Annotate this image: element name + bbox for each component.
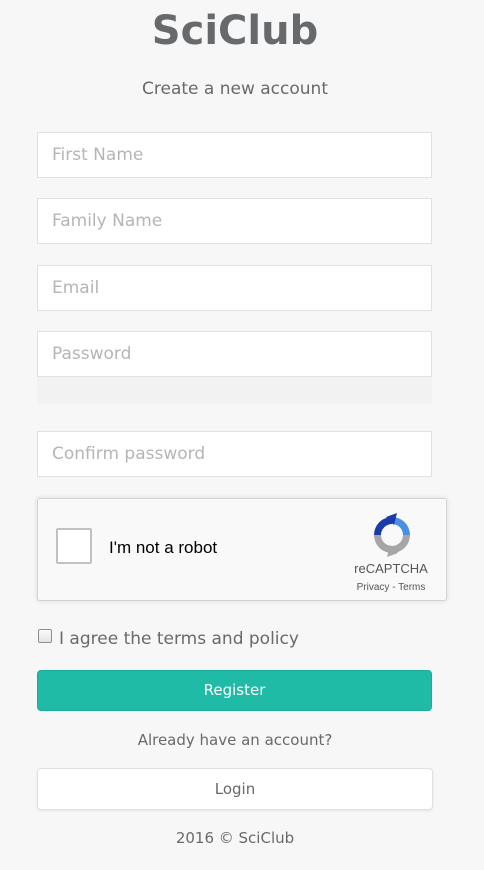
agree-terms-checkbox[interactable]	[38, 629, 52, 643]
recaptcha-terms-link[interactable]: Terms	[398, 582, 425, 593]
agree-terms-row: I agree the terms and policy	[37, 628, 457, 652]
recaptcha-links: Privacy - Terms	[338, 582, 444, 593]
agree-terms-label: I agree the terms and policy	[59, 629, 299, 649]
brand-title: SciClub	[151, 8, 319, 54]
recaptcha-label: I'm not a robot	[109, 538, 218, 557]
confirm-password-input[interactable]	[37, 431, 432, 477]
password-input[interactable]	[37, 331, 432, 377]
recaptcha-widget: I'm not a robot reCAPTCHA Privacy - Term…	[37, 498, 447, 601]
recaptcha-privacy-link[interactable]: Privacy	[357, 582, 390, 593]
email-input[interactable]	[37, 265, 432, 311]
recaptcha-link-separator: -	[389, 582, 399, 593]
register-button[interactable]: Register	[37, 670, 432, 711]
recaptcha-brand: reCAPTCHA	[354, 561, 428, 576]
password-strength-meter	[37, 377, 432, 404]
login-button[interactable]: Login	[37, 768, 433, 810]
recaptcha-checkbox[interactable]	[56, 528, 92, 564]
footer-copyright: 2016 © SciClub	[175, 829, 295, 847]
first-name-input[interactable]	[37, 132, 432, 178]
already-account-text: Already have an account?	[137, 731, 333, 749]
family-name-input[interactable]	[37, 198, 432, 244]
page-subtitle: Create a new account	[142, 79, 328, 99]
recaptcha-logo-icon	[374, 513, 410, 557]
